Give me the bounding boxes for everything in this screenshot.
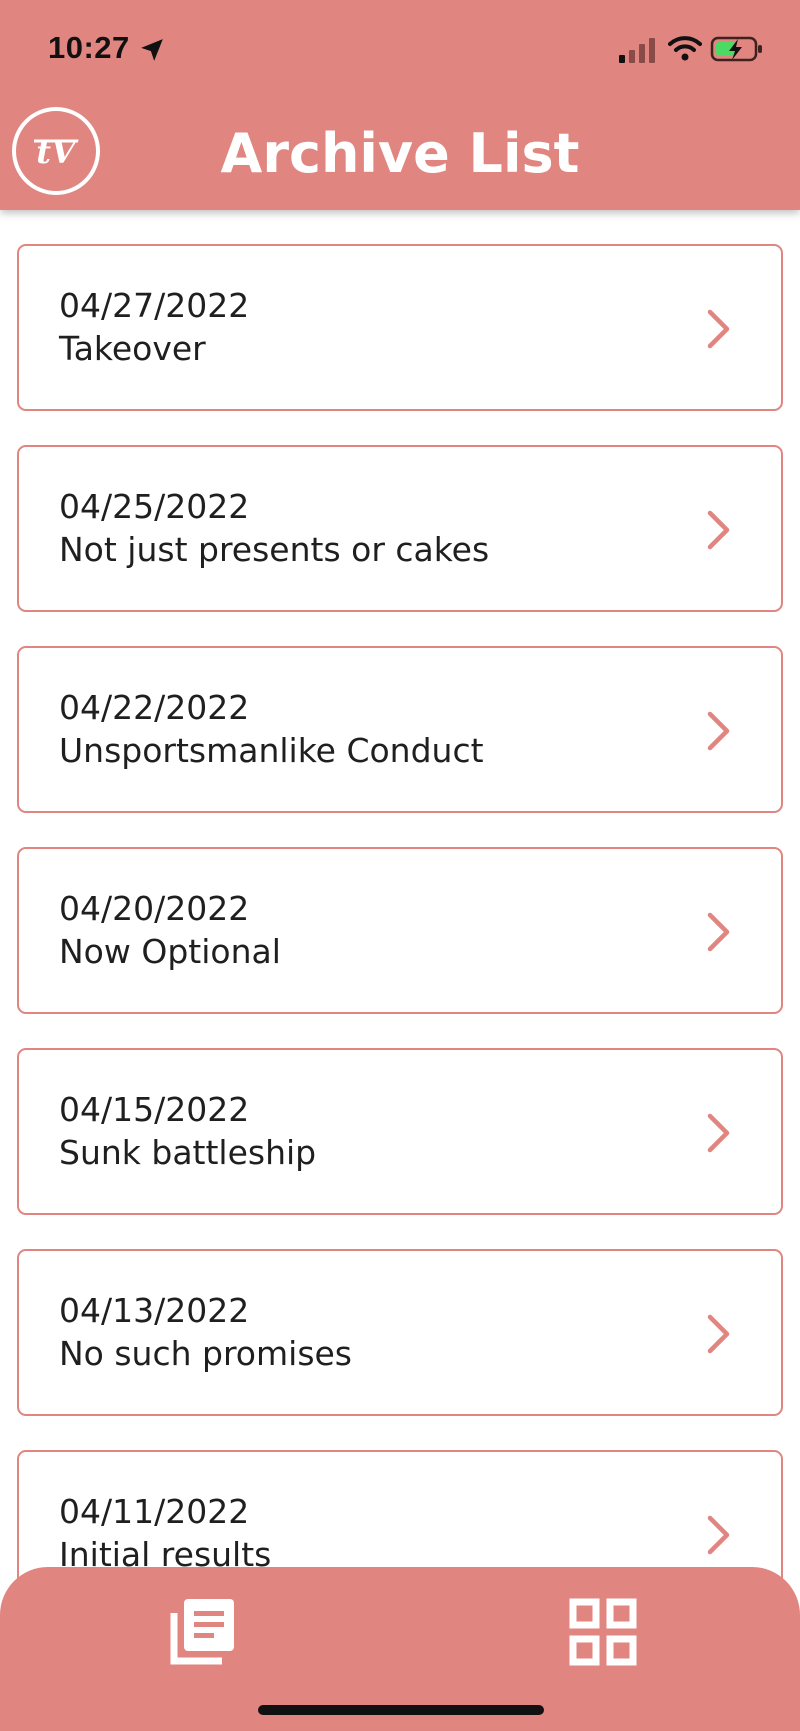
archive-list-item[interactable]: 04/13/2022 No such promises xyxy=(17,1249,783,1416)
item-date: 04/25/2022 xyxy=(59,487,250,526)
item-date: 04/22/2022 xyxy=(59,688,250,727)
chevron-right-icon xyxy=(707,1515,730,1555)
item-title: Not just presents or cakes xyxy=(59,530,490,569)
home-indicator[interactable] xyxy=(258,1705,544,1715)
archive-list-item[interactable]: 04/25/2022 Not just presents or cakes xyxy=(17,445,783,612)
archive-list-item[interactable]: 04/22/2022 Unsportsmanlike Conduct xyxy=(17,646,783,813)
chevron-right-icon xyxy=(707,309,730,349)
item-title: Now Optional xyxy=(59,932,281,971)
item-date: 04/11/2022 xyxy=(59,1492,250,1531)
archive-list: 04/27/2022 Takeover 04/25/2022 Not just … xyxy=(0,244,800,1651)
signal-icon xyxy=(619,38,655,63)
chevron-right-icon xyxy=(707,1113,730,1153)
status-time: 10:27 xyxy=(48,30,130,65)
archive-list-item[interactable]: 04/20/2022 Now Optional xyxy=(17,847,783,1014)
grid-icon[interactable] xyxy=(568,1597,638,1667)
page-title: Archive List xyxy=(220,122,580,185)
chevron-right-icon xyxy=(707,1314,730,1354)
item-date: 04/13/2022 xyxy=(59,1291,250,1330)
archive-list-item[interactable]: 04/15/2022 Sunk battleship xyxy=(17,1048,783,1215)
archive-list-item[interactable]: 04/27/2022 Takeover xyxy=(17,244,783,411)
battery-charging-icon xyxy=(710,36,762,62)
item-date: 04/20/2022 xyxy=(59,889,250,928)
chevron-right-icon xyxy=(707,510,730,550)
item-date: 04/15/2022 xyxy=(59,1090,250,1129)
item-title: Sunk battleship xyxy=(59,1133,317,1172)
chevron-right-icon xyxy=(707,711,730,751)
item-title: Unsportsmanlike Conduct xyxy=(59,731,484,770)
wifi-icon xyxy=(668,36,702,61)
item-title: No such promises xyxy=(59,1334,353,1373)
app-header: 10:27 tV Archive List xyxy=(0,0,800,210)
chevron-right-icon xyxy=(707,912,730,952)
item-title: Takeover xyxy=(59,329,206,368)
app-screen: 10:27 tV Archive List 04/27/2022 Takeove… xyxy=(0,0,800,1731)
location-icon xyxy=(141,39,163,61)
bottom-tab-bar xyxy=(0,1567,800,1731)
item-date: 04/27/2022 xyxy=(59,286,250,325)
archive-list-icon[interactable] xyxy=(168,1595,240,1667)
